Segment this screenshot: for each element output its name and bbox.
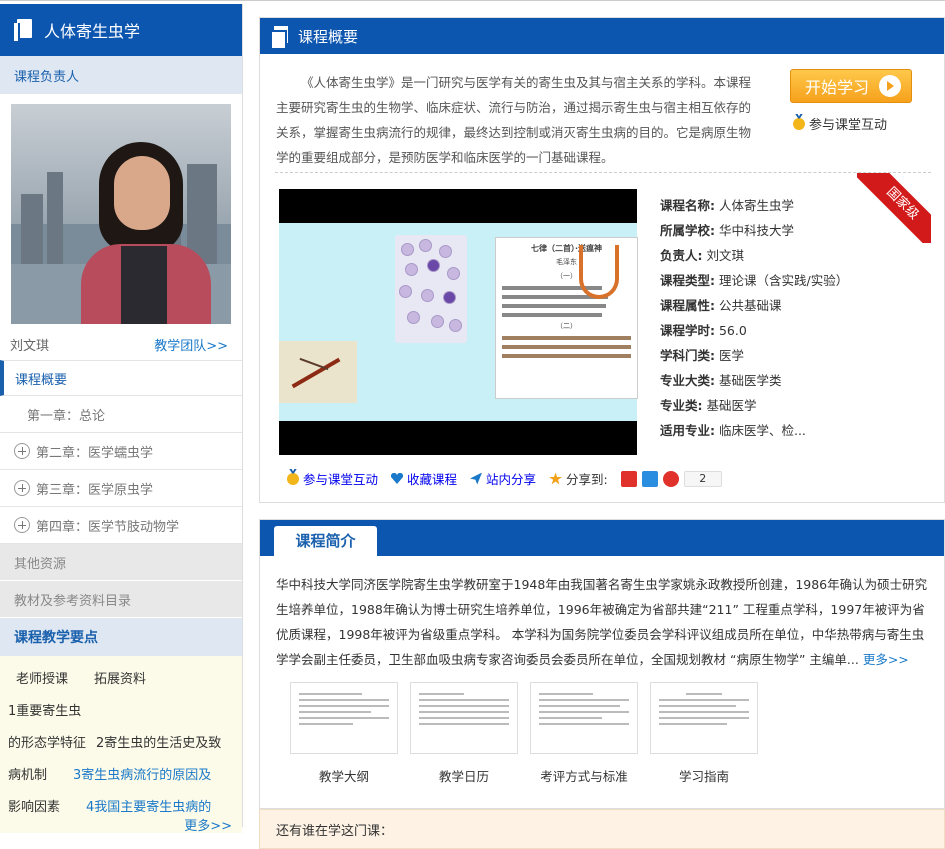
course-intro-text: 华中科技大学同济医学院寄生虫学教研室于1948年由我国著名寄生虫学家姚永政教授所…: [276, 577, 928, 667]
medal-icon: [287, 472, 299, 485]
blood-smear-image: [395, 235, 467, 343]
nav-textbook-list[interactable]: 教材及参考资料目录: [0, 581, 242, 618]
expand-icon[interactable]: [14, 517, 30, 533]
intro-tabbar: 课程简介: [260, 520, 944, 557]
sidebar: 人体寄生虫学 课程负责人 刘文琪 教学团队>> 课程概要 第一章：总论 第二章：…: [0, 4, 243, 833]
instructor-heading: 课程负责人: [0, 56, 242, 94]
worm-image: [579, 245, 619, 299]
course-title-bar: 人体寄生虫学: [0, 4, 242, 56]
key-point-item[interactable]: 影响因素: [8, 792, 60, 824]
info-row: 专业类: 基础医学: [660, 398, 757, 413]
info-row: 负责人: 刘文琪: [660, 248, 744, 263]
document-syllabus[interactable]: 教学大纲: [290, 682, 398, 785]
info-row: 所属学校: 华中科技大学: [660, 223, 794, 238]
key-point-item[interactable]: 老师授课: [16, 664, 68, 696]
course-info: 课程名称: 人体寄生虫学 所属学校: 华中科技大学 负责人: 刘文琪 课程类型:…: [660, 193, 848, 443]
share-to-group: 分享到:: [549, 469, 608, 488]
weibo-icon[interactable]: [620, 470, 637, 487]
overview-header: 课程概要: [260, 18, 944, 54]
tab-course-intro[interactable]: 课程简介: [274, 526, 377, 557]
chapter-2[interactable]: 第二章：医学蠕虫学: [0, 433, 242, 470]
expand-icon[interactable]: [14, 480, 30, 496]
document-study-guide[interactable]: 学习指南: [650, 682, 758, 785]
key-points-title: 课程教学要点: [0, 618, 242, 656]
document-assessment[interactable]: 考评方式与标准: [530, 682, 638, 785]
poem-part-2: （二）: [556, 322, 577, 330]
medal-icon: [793, 117, 805, 130]
intro-panel: 课程简介 华中科技大学同济医学院寄生虫学教研室于1948年由我国著名寄生虫学家姚…: [259, 519, 945, 809]
info-row: 课程学时: 56.0: [660, 323, 747, 338]
document-thumbnail: [650, 682, 758, 754]
mosquito-image: [279, 341, 357, 403]
chapter-label: 第三章：医学原虫学: [36, 482, 154, 498]
course-card: 七律（二首）·送瘟神 毛泽东 （一） （二） 课程名称: 人体寄生虫学 所属学校…: [275, 172, 931, 498]
info-row: 课程类型: 理论课（含实践/实验）: [660, 273, 849, 288]
star-icon: [549, 472, 563, 485]
chapter-label: 第一章：总论: [27, 408, 106, 424]
main-content: 课程概要 《人体寄生虫学》是一门研究与医学有关的寄生虫及其与宿主关系的学科。本课…: [259, 17, 945, 849]
key-point-item[interactable]: 病机制: [8, 760, 47, 792]
site-share-action[interactable]: 站内分享: [470, 469, 536, 488]
info-row: 课程属性: 公共基础课: [660, 298, 782, 313]
nav-course-overview[interactable]: 课程概要: [0, 360, 242, 396]
chapter-3[interactable]: 第三章：医学原虫学: [0, 470, 242, 507]
instructor-photo: [11, 104, 231, 324]
course-title: 人体寄生虫学: [44, 22, 141, 41]
instructor-name: 刘文琪: [10, 338, 50, 354]
overview-title: 课程概要: [298, 27, 359, 46]
renren-icon[interactable]: [662, 470, 679, 487]
document-list: 教学大纲 教学日历 考评方式与标准 学习指南: [290, 682, 770, 785]
share-plane-icon: [470, 472, 483, 485]
info-row: 专业大类: 基础医学类: [660, 373, 782, 388]
share-count: 2: [683, 470, 722, 487]
key-points-more-link[interactable]: 更多>>: [184, 811, 232, 833]
heart-icon: [391, 473, 403, 484]
learners-panel: 还有谁在学这门课：: [259, 809, 945, 849]
join-interaction-action[interactable]: 参与课堂互动: [287, 469, 378, 488]
overview-panel: 课程概要 《人体寄生虫学》是一门研究与医学有关的寄生虫及其与宿主关系的学科。本课…: [259, 17, 945, 503]
badge-label: 国家级: [857, 173, 931, 243]
document-calendar[interactable]: 教学日历: [410, 682, 518, 785]
key-point-item[interactable]: 的形态学特征: [8, 728, 86, 760]
instructor-row: 刘文琪 教学团队>>: [0, 324, 242, 354]
document-icon: [270, 26, 288, 50]
national-level-badge: 国家级: [857, 173, 931, 243]
join-interaction-label: 参与课堂互动: [809, 118, 888, 133]
course-video[interactable]: 七律（二首）·送瘟神 毛泽东 （一） （二）: [279, 189, 638, 455]
video-frame: 七律（二首）·送瘟神 毛泽东 （一） （二）: [279, 223, 638, 421]
document-thumbnail: [290, 682, 398, 754]
info-row: 适用专业: 临床医学、检...: [660, 423, 806, 438]
key-point-item[interactable]: 3寄生虫病流行的原因及: [73, 760, 211, 792]
course-actions: 参与课堂互动 收藏课程 站内分享 分享到: 2: [287, 469, 722, 488]
nav-other-resources[interactable]: 其他资源: [0, 544, 242, 581]
chapter-4[interactable]: 第四章：医学节肢动物学: [0, 507, 242, 544]
info-row: 课程名称: 人体寄生虫学: [660, 198, 794, 213]
expand-icon[interactable]: [14, 443, 30, 459]
key-points-box: 老师授课 拓展资料 1重要寄生虫 的形态学特征 2寄生虫的生活史及致 病机制 3寄生虫病…: [0, 656, 242, 833]
book-icon: [14, 19, 34, 41]
key-point-item[interactable]: 1重要寄生虫: [8, 696, 81, 728]
start-learning-button[interactable]: 开始学习: [790, 69, 912, 103]
key-point-item[interactable]: 拓展资料: [94, 664, 146, 696]
chapter-label: 第二章：医学蠕虫学: [36, 445, 154, 461]
intro-more-link[interactable]: 更多>>: [863, 652, 909, 667]
teaching-team-link[interactable]: 教学团队>>: [154, 335, 228, 354]
course-description: 《人体寄生虫学》是一门研究与医学有关的寄生虫及其与宿主关系的学科。本课程主要研究…: [276, 75, 752, 165]
chapter-1[interactable]: 第一章：总论: [0, 396, 242, 433]
chapter-label: 第四章：医学节肢动物学: [36, 519, 180, 535]
document-thumbnail: [410, 682, 518, 754]
favorite-course-action[interactable]: 收藏课程: [391, 469, 457, 488]
join-interaction-link[interactable]: 参与课堂互动: [793, 114, 887, 133]
document-thumbnail: [530, 682, 638, 754]
learners-heading: 还有谁在学这门课：: [276, 824, 394, 839]
key-point-item[interactable]: 2寄生虫的生活史及致: [96, 728, 221, 760]
arrow-right-icon: [879, 75, 901, 97]
start-learning-label: 开始学习: [805, 78, 870, 97]
info-row: 学科门类: 医学: [660, 348, 744, 363]
qzone-icon[interactable]: [641, 470, 658, 487]
